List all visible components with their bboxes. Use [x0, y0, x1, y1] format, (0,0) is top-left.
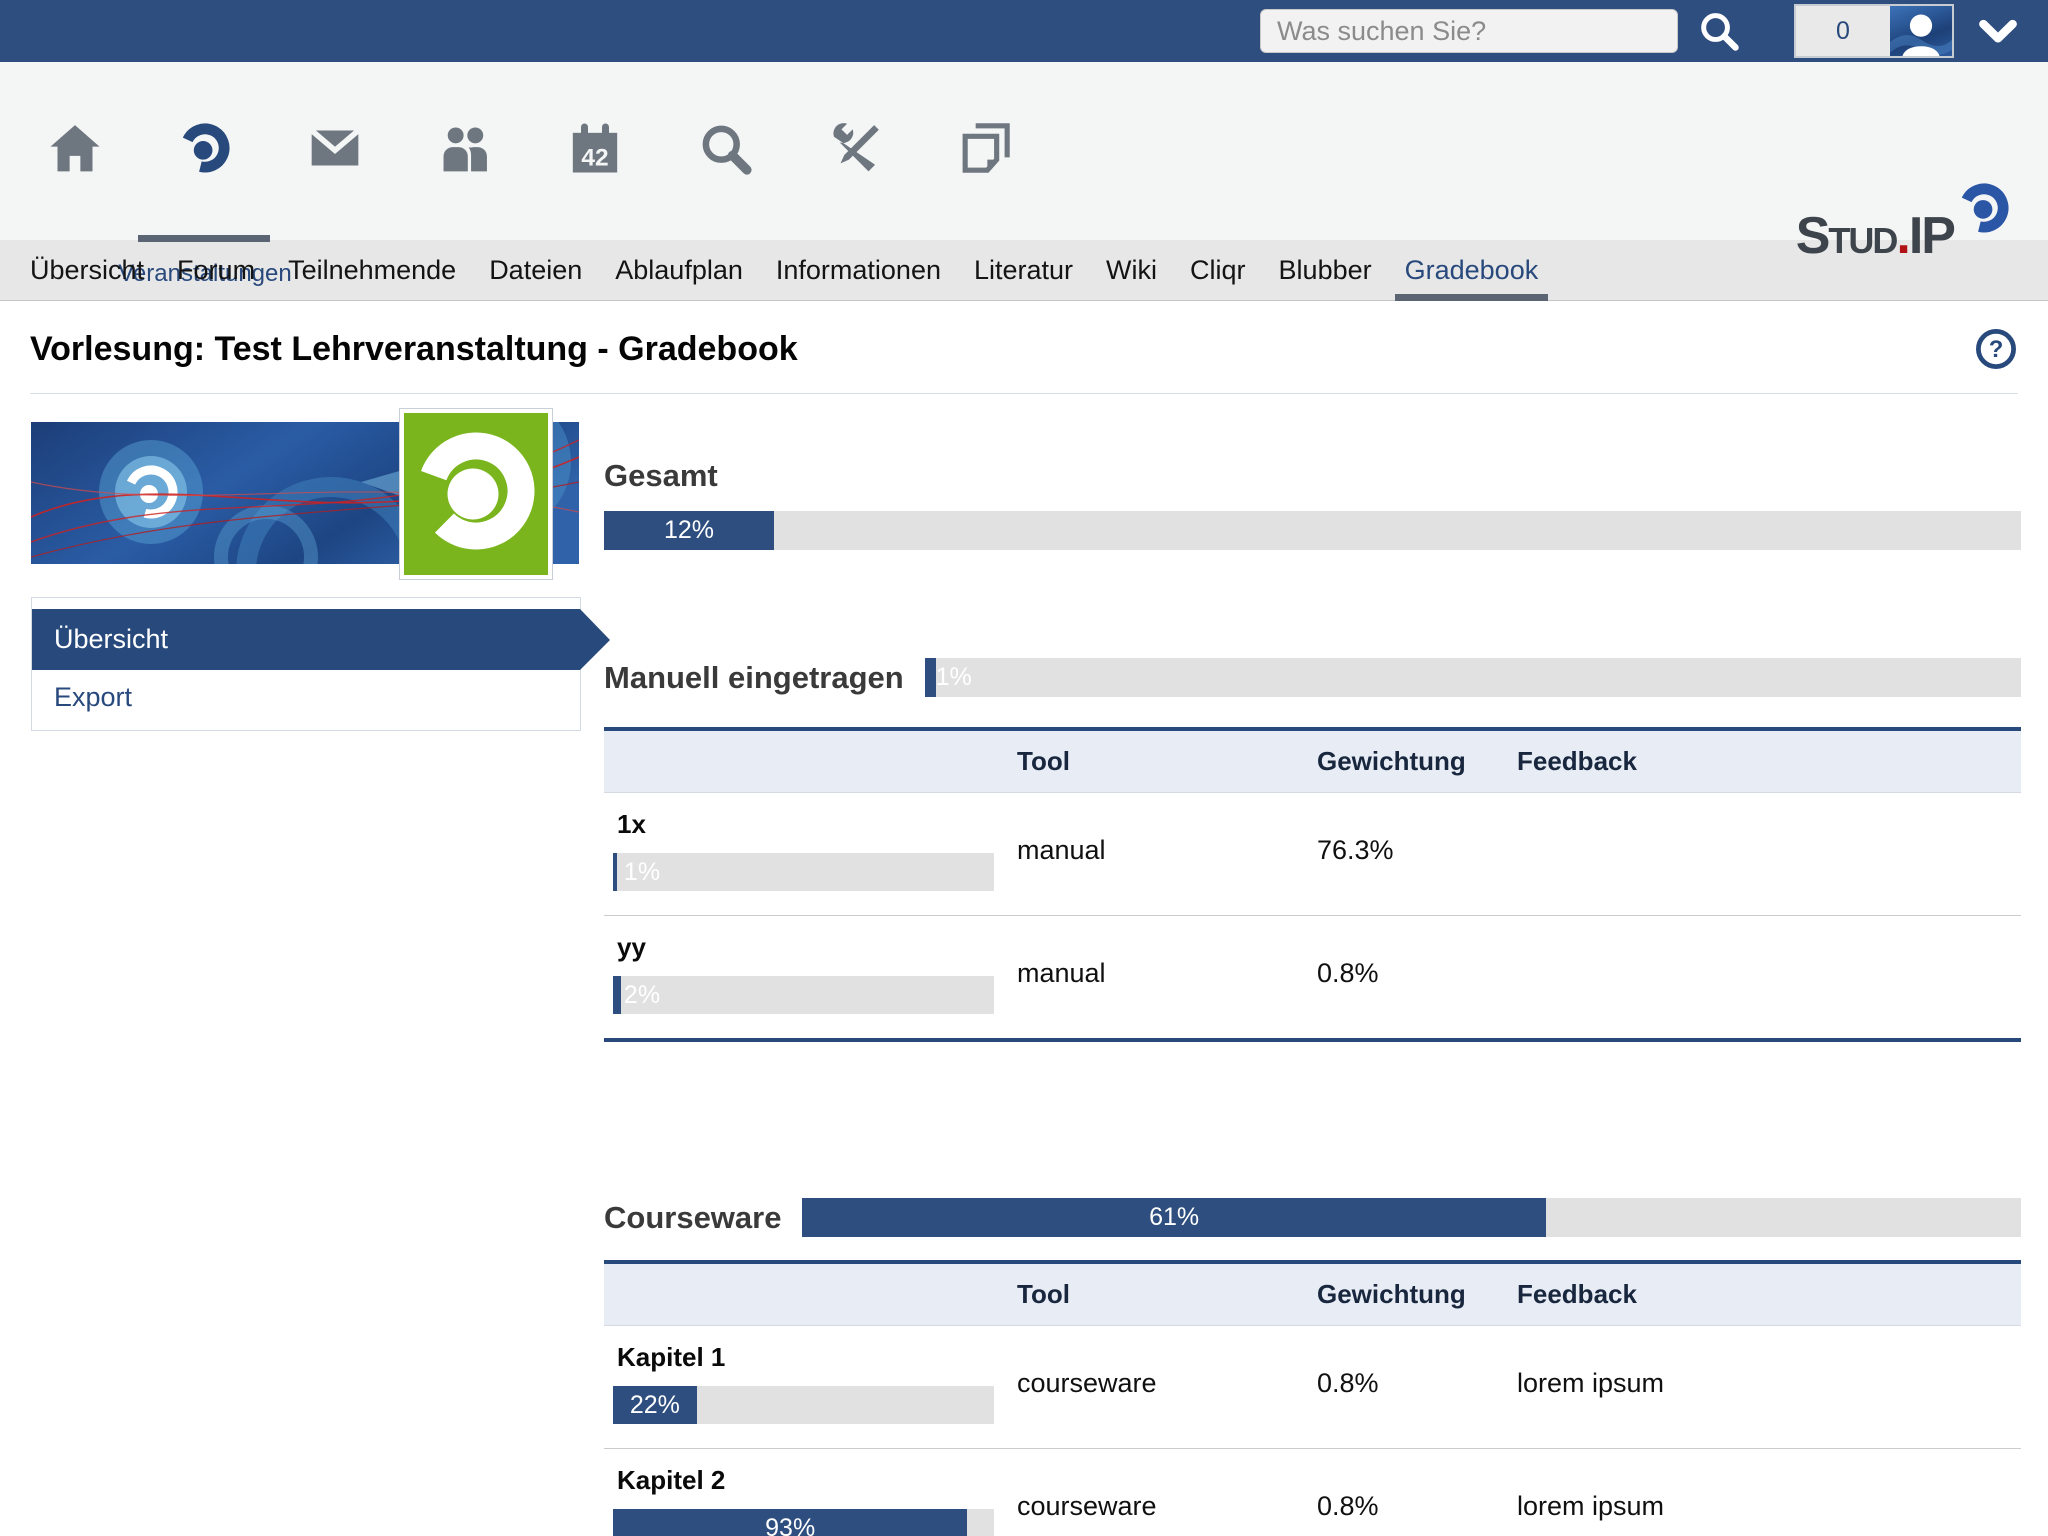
- page-title: Vorlesung: Test Lehrveranstaltung - Grad…: [30, 330, 798, 369]
- cell-tool: manual: [1017, 958, 1317, 989]
- calendar-week-number: 42: [581, 145, 608, 172]
- column-feedback: Feedback: [1517, 1279, 2021, 1310]
- courses-icon[interactable]: [140, 120, 270, 176]
- chevron-down-icon[interactable]: [1976, 9, 2020, 53]
- tools-icon[interactable]: [790, 120, 920, 176]
- tab-uebersicht[interactable]: Übersicht: [30, 240, 144, 300]
- sidebar: Übersicht Export: [31, 422, 581, 1536]
- cell-tool: courseware: [1017, 1368, 1317, 1399]
- row-progressbar: 2%: [613, 976, 994, 1014]
- cell-gewichtung: 76.3%: [1317, 835, 1517, 866]
- tab-informationen[interactable]: Informationen: [776, 240, 941, 300]
- course-tabs: Übersicht Forum Teilnehmende Dateien Abl…: [0, 240, 2048, 301]
- table-header: Tool Gewichtung Feedback: [604, 731, 2021, 793]
- row-progressbar: 93%: [613, 1509, 994, 1536]
- tab-gradebook[interactable]: Gradebook: [1405, 240, 1539, 300]
- cell-gewichtung: 0.8%: [1317, 1491, 1517, 1522]
- manual-table: Tool Gewichtung Feedback 1x 1% manual 76…: [604, 727, 2021, 1042]
- group-progress-label: 61%: [802, 1198, 1545, 1237]
- total-progress-label: 12%: [604, 511, 774, 550]
- table-header: Tool Gewichtung Feedback: [604, 1264, 2021, 1326]
- cell-tool: courseware: [1017, 1491, 1317, 1522]
- total-progressbar: 12%: [604, 511, 2021, 550]
- group-progress-label: 1%: [925, 658, 983, 697]
- table-row: yy 2% manual 0.8%: [604, 915, 2021, 1038]
- help-icon[interactable]: ?: [1974, 327, 2018, 371]
- table-row: Kapitel 1 22% courseware 0.8% lorem ipsu…: [604, 1326, 2021, 1448]
- table-row: Kapitel 2 93% courseware 0.8% lorem ipsu…: [604, 1448, 2021, 1536]
- row-name: Kapitel 1: [604, 1342, 1017, 1373]
- tab-wiki[interactable]: Wiki: [1106, 240, 1157, 300]
- sidebar-menu: Übersicht Export: [31, 597, 581, 731]
- community-icon[interactable]: [400, 120, 530, 176]
- main-navigation: 42 Veranstaltungen Stud.IP: [0, 62, 2048, 240]
- tab-ablaufplan[interactable]: Ablaufplan: [615, 240, 743, 300]
- tab-cliqr[interactable]: Cliqr: [1190, 240, 1246, 300]
- table-row: 1x 1% manual 76.3%: [604, 793, 2021, 915]
- search-icon[interactable]: [1696, 8, 1742, 54]
- row-name: Kapitel 2: [604, 1465, 1017, 1496]
- tab-blubber[interactable]: Blubber: [1279, 240, 1372, 300]
- column-tool: Tool: [1017, 746, 1317, 777]
- group-progressbar-courseware: 61%: [802, 1198, 2021, 1237]
- cell-gewichtung: 0.8%: [1317, 1368, 1517, 1399]
- column-feedback: Feedback: [1517, 746, 2021, 777]
- cell-tool: manual: [1017, 835, 1317, 866]
- messages-icon[interactable]: [270, 120, 400, 176]
- user-icon: [1890, 6, 1952, 56]
- studip-logo: Stud.IP: [1796, 180, 2012, 262]
- row-progressbar: 1%: [613, 853, 994, 891]
- cell-feedback: lorem ipsum: [1517, 1368, 2021, 1399]
- tab-dateien[interactable]: Dateien: [489, 240, 582, 300]
- group-heading-manual: Manuell eingetragen: [604, 660, 904, 696]
- calendar-icon[interactable]: 42: [530, 120, 660, 176]
- total-heading: Gesamt: [604, 458, 2021, 494]
- studip-logo-swirl-icon: [1956, 180, 2012, 236]
- topbar: 0: [0, 0, 2048, 62]
- course-avatar: [400, 409, 552, 579]
- group-heading-courseware: Courseware: [604, 1200, 781, 1236]
- avatar[interactable]: [1890, 6, 1952, 56]
- sidebar-item-export[interactable]: Export: [32, 670, 580, 724]
- home-icon[interactable]: [10, 120, 140, 176]
- search-nav-icon[interactable]: [660, 120, 790, 176]
- tab-teilnehmende[interactable]: Teilnehmende: [288, 240, 456, 300]
- group-progressbar-manual: 1%: [925, 658, 2021, 697]
- clipboard-icon[interactable]: [920, 120, 1050, 176]
- search-input[interactable]: [1260, 9, 1678, 53]
- tab-forum[interactable]: Forum: [177, 240, 255, 300]
- studip-logo-text: Stud.IP: [1796, 210, 1954, 262]
- notification-count-badge: 0: [1796, 6, 1890, 56]
- svg-text:?: ?: [1989, 336, 2004, 363]
- gradebook-content: Gesamt 12% Manuell eingetragen 1% Tool G…: [604, 422, 2021, 1536]
- user-widget[interactable]: 0: [1794, 4, 1954, 58]
- row-name: yy: [604, 932, 1017, 963]
- courseware-table: Tool Gewichtung Feedback Kapitel 1 22% c…: [604, 1260, 2021, 1536]
- nav-active-underline: [138, 235, 270, 242]
- column-gewichtung: Gewichtung: [1317, 746, 1517, 777]
- row-name: 1x: [604, 809, 1017, 840]
- cell-feedback: lorem ipsum: [1517, 1491, 2021, 1522]
- column-tool: Tool: [1017, 1279, 1317, 1310]
- sidebar-item-uebersicht[interactable]: Übersicht: [32, 609, 580, 670]
- cell-gewichtung: 0.8%: [1317, 958, 1517, 989]
- column-gewichtung: Gewichtung: [1317, 1279, 1517, 1310]
- tab-literatur[interactable]: Literatur: [974, 240, 1073, 300]
- row-progressbar: 22%: [613, 1386, 994, 1424]
